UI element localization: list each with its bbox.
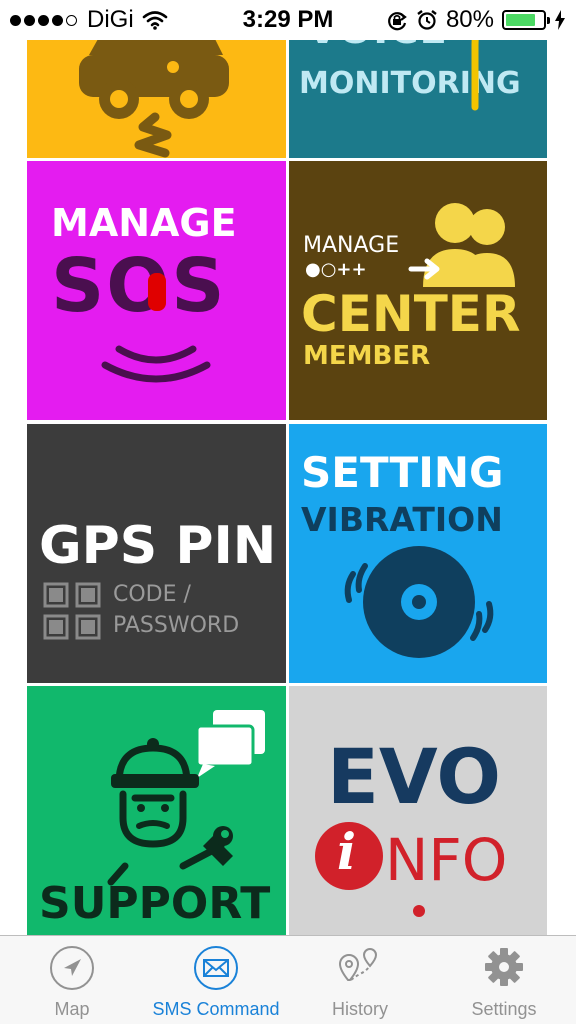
gear-icon <box>485 948 523 986</box>
evo-info-letter: i <box>337 822 356 881</box>
navigation-arrow-icon <box>50 946 94 990</box>
center-label-member: MEMBER <box>303 341 431 371</box>
support-label: SUPPORT <box>39 878 271 929</box>
battery-percentage: 80% <box>445 6 494 33</box>
evo-info-label: NFO <box>385 826 508 894</box>
sos-alert-icon <box>101 273 211 383</box>
status-bar-right: 80% <box>386 0 566 40</box>
tile-evo-info[interactable]: EVO i NFO <box>289 686 547 945</box>
carrier-name: DiGi <box>87 6 134 33</box>
tab-map[interactable]: Map <box>0 936 144 1024</box>
gps-password-label: PASSWORD <box>113 613 240 638</box>
battery-icon <box>502 10 550 30</box>
app-screen: VOICE MONITORING MANAGE SOS <box>0 0 576 1024</box>
tile-support[interactable]: SUPPORT <box>27 686 286 945</box>
map-pins-icon <box>338 948 378 981</box>
status-bar-left: DiGi <box>10 0 168 40</box>
tab-map-label: Map <box>54 999 90 1019</box>
tile-manage-center-member[interactable]: MANAGE ●○++ CENTER MEMBER <box>289 161 547 420</box>
wifi-icon <box>142 11 167 30</box>
tile-manage-sos[interactable]: MANAGE SOS <box>27 161 286 420</box>
tab-bar: Map SMS Command History Settings <box>0 935 576 1024</box>
tab-history-label: History <box>331 999 388 1019</box>
signal-dot <box>52 14 63 26</box>
tab-sms-command[interactable]: SMS Command <box>144 936 288 1024</box>
tab-settings-label: Settings <box>471 999 537 1019</box>
charging-bolt-icon <box>555 10 565 30</box>
signal-strength-icon <box>10 14 77 26</box>
tab-settings[interactable]: Settings <box>432 936 576 1024</box>
command-grid: VOICE MONITORING MANAGE SOS <box>0 0 576 945</box>
status-bar: DiGi 3:29 PM 80% <box>0 0 576 40</box>
rotation-lock-icon <box>388 12 407 31</box>
gps-code-label: CODE / <box>113 582 191 607</box>
battery-level-fill <box>506 14 535 26</box>
alarm-clock-icon <box>417 10 437 30</box>
signal-dot <box>38 14 49 26</box>
center-label-manage: MANAGE <box>303 233 400 258</box>
keypad-icon <box>43 582 101 640</box>
center-label-pattern: ●○++ <box>305 259 367 280</box>
tab-history[interactable]: History <box>288 936 432 1024</box>
envelope-icon <box>194 946 238 990</box>
signal-dot <box>24 14 35 26</box>
tile-setting-vibration[interactable]: SETTING VIBRATION <box>289 424 547 683</box>
signal-dot <box>66 14 77 26</box>
center-label-center: CENTER <box>301 285 521 343</box>
tab-sms-command-label: SMS Command <box>152 999 280 1019</box>
tile-gps-pin[interactable]: GPS PIN CODE / PASSWORD <box>27 424 286 683</box>
signal-dot <box>10 14 21 26</box>
vibration-disc-icon <box>344 546 494 658</box>
info-icon <box>315 822 425 917</box>
